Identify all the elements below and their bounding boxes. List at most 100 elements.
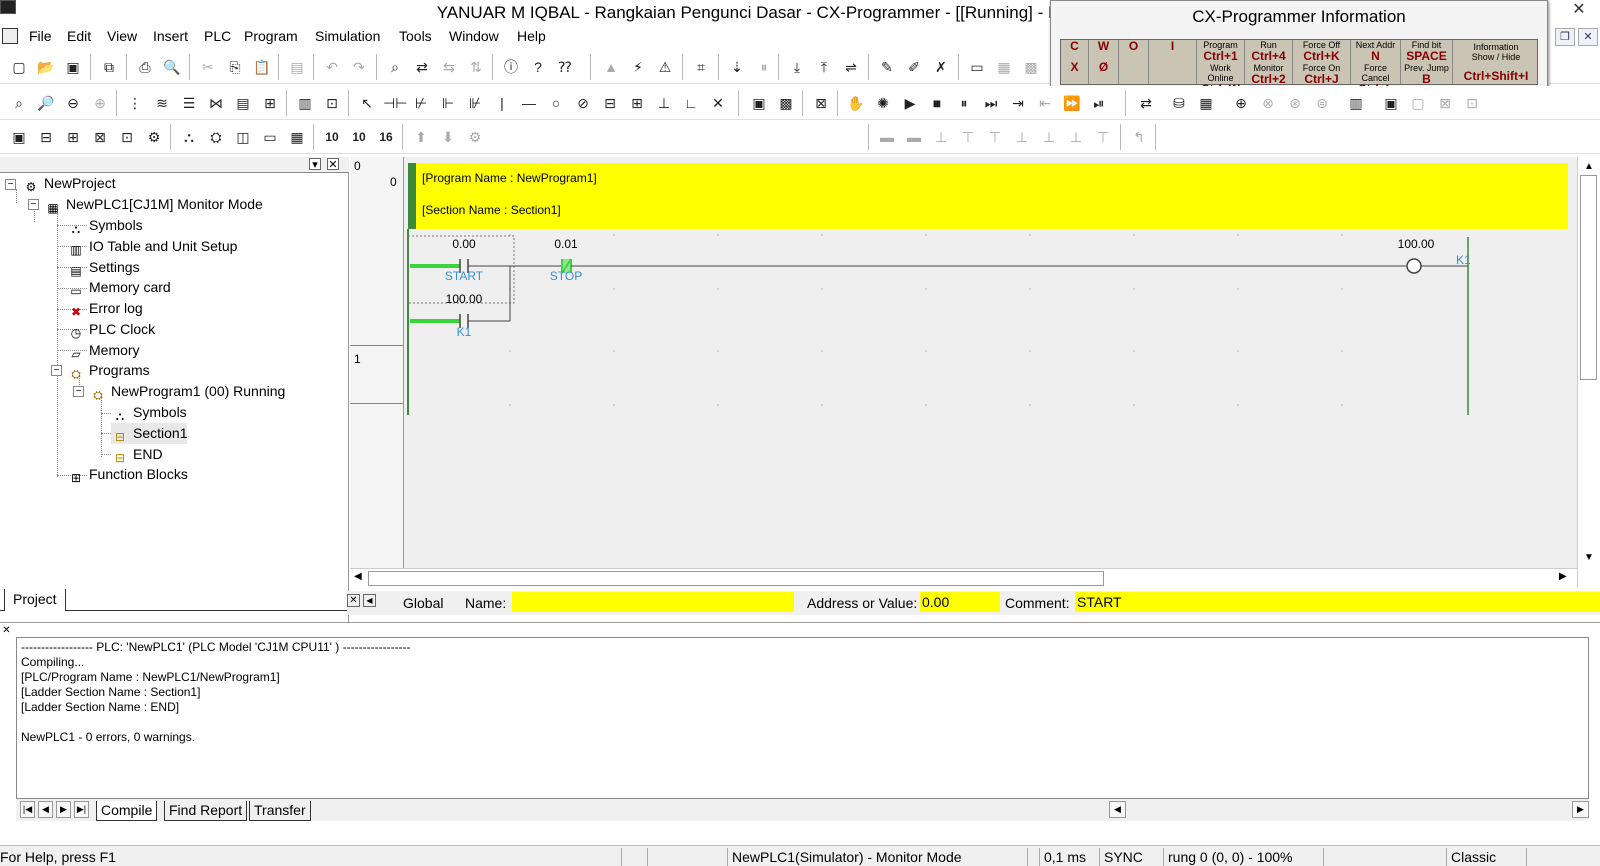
align-3-icon[interactable]: ⊥ [930, 126, 952, 148]
menu-simulation[interactable]: Simulation [315, 28, 380, 44]
collapse-programs[interactable]: − [51, 365, 62, 376]
window-b-icon[interactable]: ▢ [1407, 92, 1429, 114]
instruction-2-icon[interactable]: ⊞ [626, 92, 648, 114]
find-icon[interactable]: ⌕ [384, 56, 406, 78]
first-tab-icon[interactable]: |◀ [20, 801, 35, 818]
tree-icon[interactable]: ⊞ [259, 92, 281, 114]
rung-icon[interactable]: ⋈ [205, 92, 227, 114]
reset-icon[interactable]: ⊗ [1257, 92, 1279, 114]
return-icon[interactable]: ↰ [1128, 126, 1150, 148]
hex-16-icon[interactable]: 16 [375, 126, 397, 148]
paste-icon[interactable]: 📋 [251, 56, 273, 78]
compare-plc-icon[interactable]: ⇌ [840, 56, 862, 78]
cross-ref-icon[interactable]: ⊡ [321, 92, 343, 114]
next-tab-icon[interactable]: ▶ [56, 801, 71, 818]
zoom-icon[interactable]: ⌕ [8, 92, 30, 114]
force-cancel-icon[interactable]: ⊜ [1311, 92, 1333, 114]
step-in-icon[interactable]: ⇥ [1007, 92, 1029, 114]
online-icon[interactable]: ⚠ [654, 56, 676, 78]
replace-icon[interactable]: ⇄ [411, 56, 433, 78]
close-bar-icon[interactable]: ✕ [347, 594, 360, 607]
undo-icon[interactable]: ↶ [321, 56, 343, 78]
document-icon[interactable] [2, 28, 18, 44]
scroll-thumb[interactable] [1580, 175, 1597, 380]
monitor-toggle-icon[interactable]: ▩ [775, 92, 797, 114]
menu-program[interactable]: Program [244, 28, 298, 44]
or-closed-contact-icon[interactable]: ⊮ [464, 92, 486, 114]
output-scroll-right-icon[interactable]: ▶ [1572, 801, 1589, 818]
tree-item-memory[interactable]: ▱ Memory [67, 340, 139, 361]
pause-icon[interactable]: ⏸ [953, 92, 975, 114]
menu-window[interactable]: Window [449, 28, 499, 44]
align-7-icon[interactable]: ⊥ [1038, 126, 1060, 148]
tab-find-report[interactable]: Find Report [164, 801, 248, 821]
horizontal-scrollbar[interactable]: ◀ ▶ [350, 568, 1577, 587]
vertical-icon[interactable]: | [491, 92, 513, 114]
print-icon[interactable]: ⎙ [134, 56, 156, 78]
scroll-down-icon[interactable]: ▼ [1581, 550, 1597, 566]
watch-window-icon[interactable]: ▭ [259, 126, 281, 148]
ladder-icon[interactable]: ⊟ [35, 126, 57, 148]
menu-file[interactable]: File [29, 28, 52, 44]
contact-icon[interactable]: ⊣⊢ [383, 92, 407, 114]
closed-contact-icon[interactable]: ⊬ [410, 92, 432, 114]
local-symbols-icon[interactable]: ⛭ [205, 126, 227, 148]
coil-icon[interactable]: ○ [545, 92, 567, 114]
help-icon[interactable]: ? [527, 56, 549, 78]
upload-icon[interactable]: ⤒ [813, 56, 835, 78]
tree-item-plc[interactable]: ▦ NewPLC1[CJ1M] Monitor Mode [44, 194, 263, 215]
tree-item-project[interactable]: ⚙ NewProject [22, 173, 116, 194]
project-window-icon[interactable]: ▣ [8, 126, 30, 148]
align-9-icon[interactable]: ⊤ [1092, 126, 1114, 148]
ladder-editor[interactable]: 0 0 1 [Program Name : NewProgram1] [Sect… [350, 157, 1600, 587]
delete-line-icon[interactable]: ✕ [707, 92, 729, 114]
menu-plc[interactable]: PLC [204, 28, 231, 44]
zoom-fit-icon[interactable]: ⊕ [89, 92, 111, 114]
vertical-scrollbar[interactable]: ▲ ▼ [1577, 157, 1600, 587]
window-a-icon[interactable]: ▣ [1380, 92, 1402, 114]
tree-item-program-symbols[interactable]: ⛬ Symbols [111, 402, 187, 423]
rung-down-icon[interactable]: ⬇ [437, 126, 459, 148]
step-out-icon[interactable]: ⇤ [1034, 92, 1056, 114]
close-panel-icon[interactable]: ✕ [327, 158, 339, 171]
pause-monitor-icon[interactable]: ⏸ [753, 56, 775, 78]
st-icon[interactable]: ⊠ [89, 126, 111, 148]
collapse-newprogram1[interactable]: − [73, 386, 84, 397]
align-6-icon[interactable]: ⊥ [1011, 126, 1033, 148]
tab-project[interactable]: Project [4, 589, 66, 611]
align-2-icon[interactable]: ▬ [903, 126, 925, 148]
program-mode-icon[interactable]: ⊠ [810, 92, 832, 114]
dropdown-icon[interactable]: ▾ [309, 158, 321, 171]
table-icon[interactable]: ▤ [232, 92, 254, 114]
hex-10-icon[interactable]: 10 [348, 126, 370, 148]
up-icon[interactable]: ▲ [600, 56, 622, 78]
instruction-icon[interactable]: ⊟ [599, 92, 621, 114]
show-comments-icon[interactable]: ≋ [151, 92, 173, 114]
diff-icon[interactable]: ⌗ [690, 56, 712, 78]
print-preview-icon[interactable]: 🔍 [161, 56, 183, 78]
closed-coil-icon[interactable]: ⊘ [572, 92, 594, 114]
force-icon[interactable]: ⊛ [1284, 92, 1306, 114]
window-c-icon[interactable]: ⊠ [1434, 92, 1456, 114]
tree-item-section1[interactable]: ⊟ Section1 [111, 423, 188, 444]
watch-icon[interactable]: ▦ [993, 56, 1015, 78]
menu-view[interactable]: View [107, 28, 137, 44]
collapse-project[interactable]: − [5, 179, 16, 190]
find-bit-icon[interactable]: ⇅ [465, 56, 487, 78]
tab-transfer[interactable]: Transfer [249, 801, 311, 821]
align-8-icon[interactable]: ⊥ [1065, 126, 1087, 148]
online-edit-icon[interactable]: ✎ [876, 56, 898, 78]
monitor-icon[interactable]: ⚡ [627, 56, 649, 78]
menu-insert[interactable]: Insert [153, 28, 188, 44]
run-icon[interactable]: ▶ [899, 92, 921, 114]
restore-child-button[interactable]: ❐ [1555, 28, 1575, 46]
rung-up-icon[interactable]: ⬆ [410, 126, 432, 148]
horizontal-icon[interactable]: — [518, 92, 540, 114]
zoom-in-icon[interactable]: 🔎 [35, 92, 57, 114]
collapse-plc[interactable]: − [28, 199, 39, 210]
list-icon[interactable]: ☰ [178, 92, 200, 114]
data-trace-icon[interactable]: ▩ [1020, 56, 1042, 78]
continuous-step-icon[interactable]: ⏩ [1061, 92, 1083, 114]
save-icon[interactable]: ▣ [62, 56, 84, 78]
comment-field[interactable]: START [1075, 592, 1600, 612]
